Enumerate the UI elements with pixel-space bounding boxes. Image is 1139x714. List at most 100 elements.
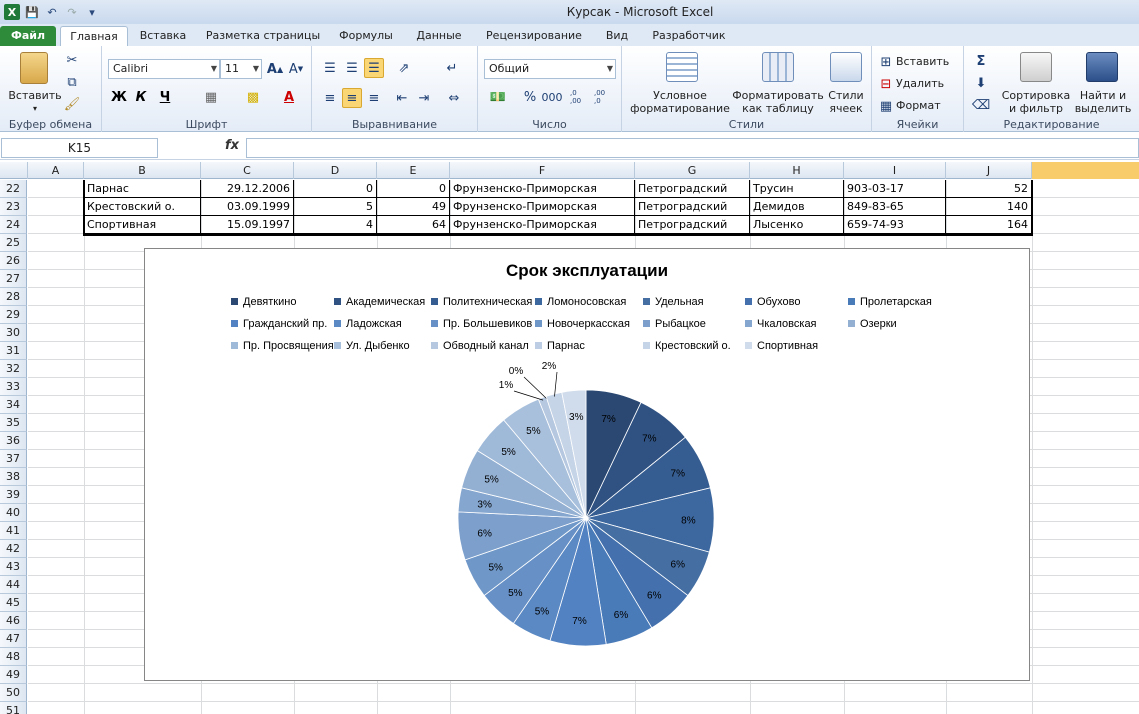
- data-label[interactable]: 7%: [572, 616, 587, 627]
- row-header[interactable]: 48: [0, 648, 27, 666]
- table-cell-date[interactable]: 15.09.1997: [201, 216, 294, 234]
- cut-icon[interactable]: ✂: [64, 52, 80, 68]
- pie-plot[interactable]: 7% 7% 7% 8% 6% 6% 6% 7% 5% 5% 5% 6% 3% 5% 5% 5% 1% 0% 2% 3%: [145, 249, 1029, 680]
- table-cell-col-d[interactable]: 4: [294, 216, 377, 234]
- merge-center-icon[interactable]: ⇔: [442, 88, 466, 108]
- tab-formulas[interactable]: Формулы: [332, 26, 400, 46]
- data-label[interactable]: 7%: [642, 434, 657, 445]
- orientation-icon[interactable]: ⇗: [392, 58, 416, 78]
- column-header-f[interactable]: F: [450, 162, 635, 179]
- autosum-icon[interactable]: Σ: [972, 52, 990, 70]
- row-header[interactable]: 35: [0, 414, 27, 432]
- bold-button[interactable]: Ж: [110, 88, 128, 106]
- data-label[interactable]: 7%: [601, 414, 616, 425]
- tab-insert[interactable]: Вставка: [134, 26, 192, 46]
- data-label[interactable]: 6%: [671, 559, 686, 570]
- paste-icon[interactable]: [20, 52, 48, 84]
- conditional-formatting-label-2[interactable]: форматирование: [622, 102, 738, 115]
- column-header-h[interactable]: H: [750, 162, 844, 179]
- sort-filter-icon[interactable]: [1020, 52, 1052, 82]
- conditional-formatting-icon[interactable]: [666, 52, 698, 82]
- table-cell-line[interactable]: Фрунзенско-Приморская: [450, 198, 635, 216]
- sort-filter-label-2[interactable]: и фильтр: [1000, 102, 1072, 115]
- decrease-indent-icon[interactable]: ⇤: [392, 88, 412, 108]
- tab-developer[interactable]: Разработчик: [644, 26, 734, 46]
- formula-input[interactable]: [246, 138, 1139, 158]
- underline-button[interactable]: Ч: [156, 88, 174, 106]
- align-top-icon[interactable]: ☰: [320, 58, 340, 78]
- row-header[interactable]: 24: [0, 216, 27, 234]
- table-cell-surname[interactable]: Лысенко: [750, 216, 844, 234]
- insert-function-button[interactable]: fx: [225, 138, 239, 153]
- format-as-table-button[interactable]: Форматировать: [732, 89, 824, 102]
- table-cell-col-j[interactable]: 52: [946, 180, 1032, 198]
- row-header[interactable]: 34: [0, 396, 27, 414]
- column-header-c[interactable]: C: [201, 162, 294, 179]
- table-cell-phone[interactable]: 659-74-93: [844, 216, 946, 234]
- delete-cells-button[interactable]: Удалить: [896, 77, 944, 90]
- table-cell-station[interactable]: Спортивная: [84, 216, 201, 234]
- column-header-k[interactable]: [1032, 162, 1139, 179]
- font-color-icon[interactable]: A: [278, 88, 300, 106]
- shrink-font-icon[interactable]: A ▼: [287, 60, 305, 78]
- data-label[interactable]: 5%: [501, 447, 516, 458]
- column-header-j[interactable]: J: [946, 162, 1032, 179]
- row-header[interactable]: 30: [0, 324, 27, 342]
- font-size-combo[interactable]: 11 ▼: [220, 59, 262, 79]
- number-format-combo[interactable]: Общий ▼: [484, 59, 616, 79]
- pie-chart[interactable]: Срок эксплуатации Девяткино Академическая…: [144, 248, 1030, 681]
- cell-styles-label-2[interactable]: ячеек: [822, 102, 870, 115]
- currency-icon[interactable]: 💵: [486, 88, 510, 106]
- column-header-e[interactable]: E: [377, 162, 450, 179]
- row-header[interactable]: 46: [0, 612, 27, 630]
- select-all-corner[interactable]: [0, 162, 28, 179]
- row-header[interactable]: 25: [0, 234, 27, 252]
- increase-decimal-button[interactable]: ,0 ,00: [570, 88, 590, 106]
- delete-cells-icon[interactable]: ⊟: [878, 76, 894, 92]
- align-middle-icon[interactable]: ☰: [342, 58, 362, 78]
- format-as-table-label-2[interactable]: как таблицу: [732, 102, 824, 115]
- table-cell-surname[interactable]: Демидов: [750, 198, 844, 216]
- paste-button[interactable]: Вставить: [6, 89, 64, 102]
- align-bottom-icon[interactable]: ☰: [364, 58, 384, 78]
- row-header[interactable]: 33: [0, 378, 27, 396]
- row-header[interactable]: 38: [0, 468, 27, 486]
- table-cell-surname[interactable]: Трусин: [750, 180, 844, 198]
- table-cell-date[interactable]: 29.12.2006: [201, 180, 294, 198]
- table-cell-district[interactable]: Петроградский: [635, 180, 750, 198]
- increase-indent-icon[interactable]: ⇥: [414, 88, 434, 108]
- table-cell-district[interactable]: Петроградский: [635, 216, 750, 234]
- row-header[interactable]: 27: [0, 270, 27, 288]
- row-header[interactable]: 47: [0, 630, 27, 648]
- fill-color-icon[interactable]: ▩: [242, 88, 264, 106]
- column-header-b[interactable]: B: [84, 162, 201, 179]
- table-cell-district[interactable]: Петроградский: [635, 198, 750, 216]
- data-label[interactable]: 8%: [681, 516, 696, 527]
- format-cells-icon[interactable]: ▦: [878, 98, 894, 114]
- data-label[interactable]: 5%: [489, 562, 504, 573]
- table-cell-station[interactable]: Крестовский о.: [84, 198, 201, 216]
- row-header[interactable]: 42: [0, 540, 27, 558]
- data-label[interactable]: 2%: [542, 361, 557, 372]
- column-header-i[interactable]: I: [844, 162, 946, 179]
- row-header[interactable]: 44: [0, 576, 27, 594]
- table-cell-line[interactable]: Фрунзенско-Приморская: [450, 180, 635, 198]
- table-cell-line[interactable]: Фрунзенско-Приморская: [450, 216, 635, 234]
- row-header[interactable]: 37: [0, 450, 27, 468]
- table-cell-col-j[interactable]: 140: [946, 198, 1032, 216]
- row-header[interactable]: 49: [0, 666, 27, 684]
- row-header[interactable]: 32: [0, 360, 27, 378]
- wrap-text-icon[interactable]: ↵: [442, 58, 462, 78]
- data-label[interactable]: 0%: [509, 366, 524, 377]
- row-header[interactable]: 50: [0, 684, 27, 702]
- borders-icon[interactable]: ▦: [200, 88, 222, 106]
- table-cell-phone[interactable]: 849-83-65: [844, 198, 946, 216]
- tab-view[interactable]: Вид: [598, 26, 636, 46]
- row-header[interactable]: 40: [0, 504, 27, 522]
- column-header-g[interactable]: G: [635, 162, 750, 179]
- row-header[interactable]: 22: [0, 180, 27, 198]
- row-header[interactable]: 29: [0, 306, 27, 324]
- find-select-label-2[interactable]: выделить: [1072, 102, 1134, 115]
- data-label[interactable]: 5%: [535, 606, 550, 617]
- data-label[interactable]: 5%: [484, 474, 499, 485]
